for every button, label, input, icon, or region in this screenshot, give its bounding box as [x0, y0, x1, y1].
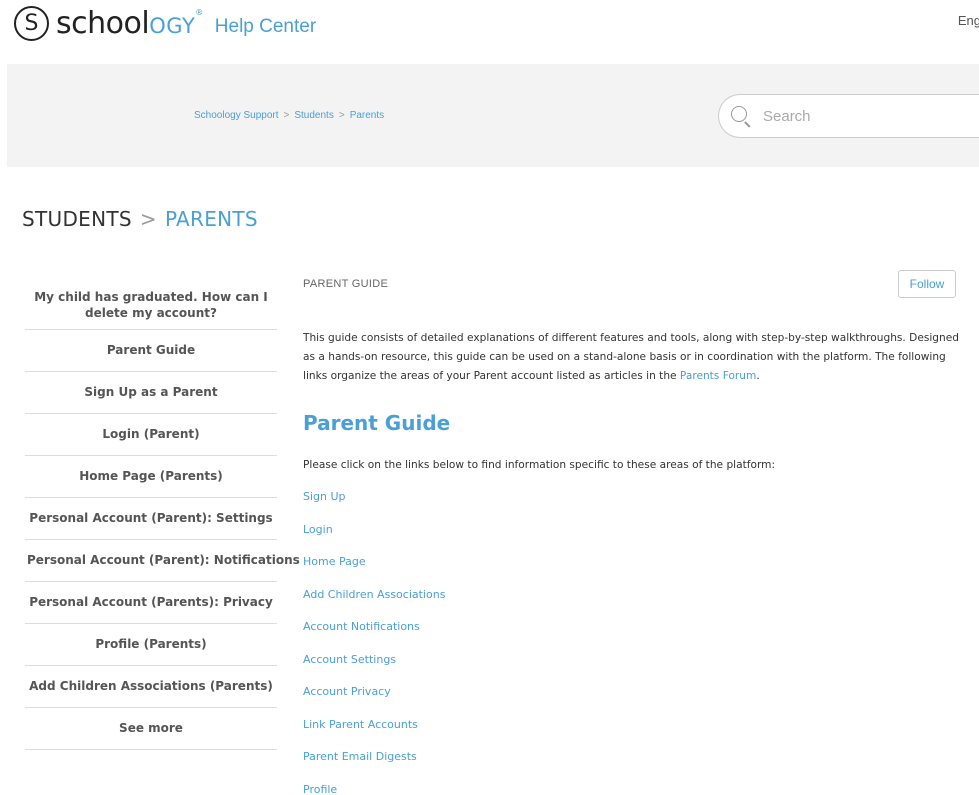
- breadcrumb-separator: >: [283, 110, 290, 121]
- breadcrumb: Schoology Support > Students > Parents: [194, 110, 384, 121]
- logo-school: school: [56, 5, 150, 41]
- breadcrumb-item-students[interactable]: Students: [294, 110, 333, 121]
- link-add-children-associations[interactable]: Add Children Associations: [303, 587, 445, 620]
- logo-wordmark: schoolOGY®: [56, 5, 203, 41]
- search-input[interactable]: [763, 107, 963, 125]
- sidebar-article-list: My child has graduated. How can I delete…: [25, 283, 300, 750]
- help-center-label: Help Center: [214, 15, 317, 37]
- page-title: STUDENTS > PARENTS: [22, 207, 258, 231]
- sidebar-item-parent-guide[interactable]: Parent Guide: [25, 330, 277, 372]
- breadcrumb-item-parents[interactable]: Parents: [350, 110, 384, 121]
- intro-end: .: [756, 370, 760, 382]
- logo-letter: S: [24, 10, 39, 36]
- sidebar-see-more-link[interactable]: See more: [25, 708, 277, 750]
- sidebar-item-notifications[interactable]: Personal Account (Parent): Notifications: [25, 540, 300, 582]
- article-title: Parent Guide: [303, 411, 451, 435]
- sidebar-item-graduated-delete-account[interactable]: My child has graduated. How can I delete…: [25, 283, 277, 330]
- hero-bar: Schoology Support > Students > Parents: [7, 64, 979, 167]
- link-account-notifications[interactable]: Account Notifications: [303, 619, 445, 652]
- link-profile[interactable]: Profile: [303, 782, 445, 795]
- sidebar-item-login[interactable]: Login (Parent): [25, 414, 277, 456]
- parents-forum-link[interactable]: Parents Forum: [680, 370, 756, 382]
- link-login[interactable]: Login: [303, 522, 445, 555]
- instruction-text: Please click on the links below to find …: [303, 459, 776, 471]
- breadcrumb-separator: >: [338, 110, 345, 121]
- link-sign-up[interactable]: Sign Up: [303, 489, 445, 522]
- section-label: PARENT GUIDE: [303, 278, 389, 290]
- sidebar-item-home-page[interactable]: Home Page (Parents): [25, 456, 277, 498]
- sidebar-item-sign-up[interactable]: Sign Up as a Parent: [25, 372, 277, 414]
- search-box[interactable]: [718, 94, 979, 138]
- page-title-separator: >: [139, 207, 157, 231]
- guide-link-list: Sign Up Login Home Page Add Children Ass…: [303, 489, 445, 795]
- schoology-s-icon: S: [14, 6, 49, 41]
- link-link-parent-accounts[interactable]: Link Parent Accounts: [303, 717, 445, 750]
- link-account-privacy[interactable]: Account Privacy: [303, 684, 445, 717]
- intro-paragraph: This guide consists of detailed explanat…: [303, 329, 973, 386]
- sidebar-item-profile[interactable]: Profile (Parents): [25, 624, 277, 666]
- link-home-page[interactable]: Home Page: [303, 554, 445, 587]
- follow-button[interactable]: Follow: [898, 270, 956, 298]
- schoology-logo[interactable]: S schoolOGY® Help Center: [14, 6, 316, 41]
- site-header: S schoolOGY® Help Center Eng: [0, 0, 979, 58]
- page-title-current: PARENTS: [164, 207, 258, 231]
- logo-trademark: ®: [195, 7, 203, 17]
- sidebar-item-settings[interactable]: Personal Account (Parent): Settings: [25, 498, 277, 540]
- link-account-settings[interactable]: Account Settings: [303, 652, 445, 685]
- intro-text: This guide consists of detailed explanat…: [303, 332, 959, 382]
- sidebar-item-privacy[interactable]: Personal Account (Parents): Privacy: [25, 582, 277, 624]
- page-title-parent[interactable]: STUDENTS: [22, 207, 132, 231]
- search-icon[interactable]: [731, 106, 751, 128]
- breadcrumb-item-schoology-support[interactable]: Schoology Support: [194, 110, 279, 121]
- language-selector[interactable]: Eng: [958, 13, 979, 28]
- sidebar-item-add-children[interactable]: Add Children Associations (Parents): [25, 666, 277, 708]
- logo-ogy: OGY: [149, 13, 196, 38]
- link-parent-email-digests[interactable]: Parent Email Digests: [303, 749, 445, 782]
